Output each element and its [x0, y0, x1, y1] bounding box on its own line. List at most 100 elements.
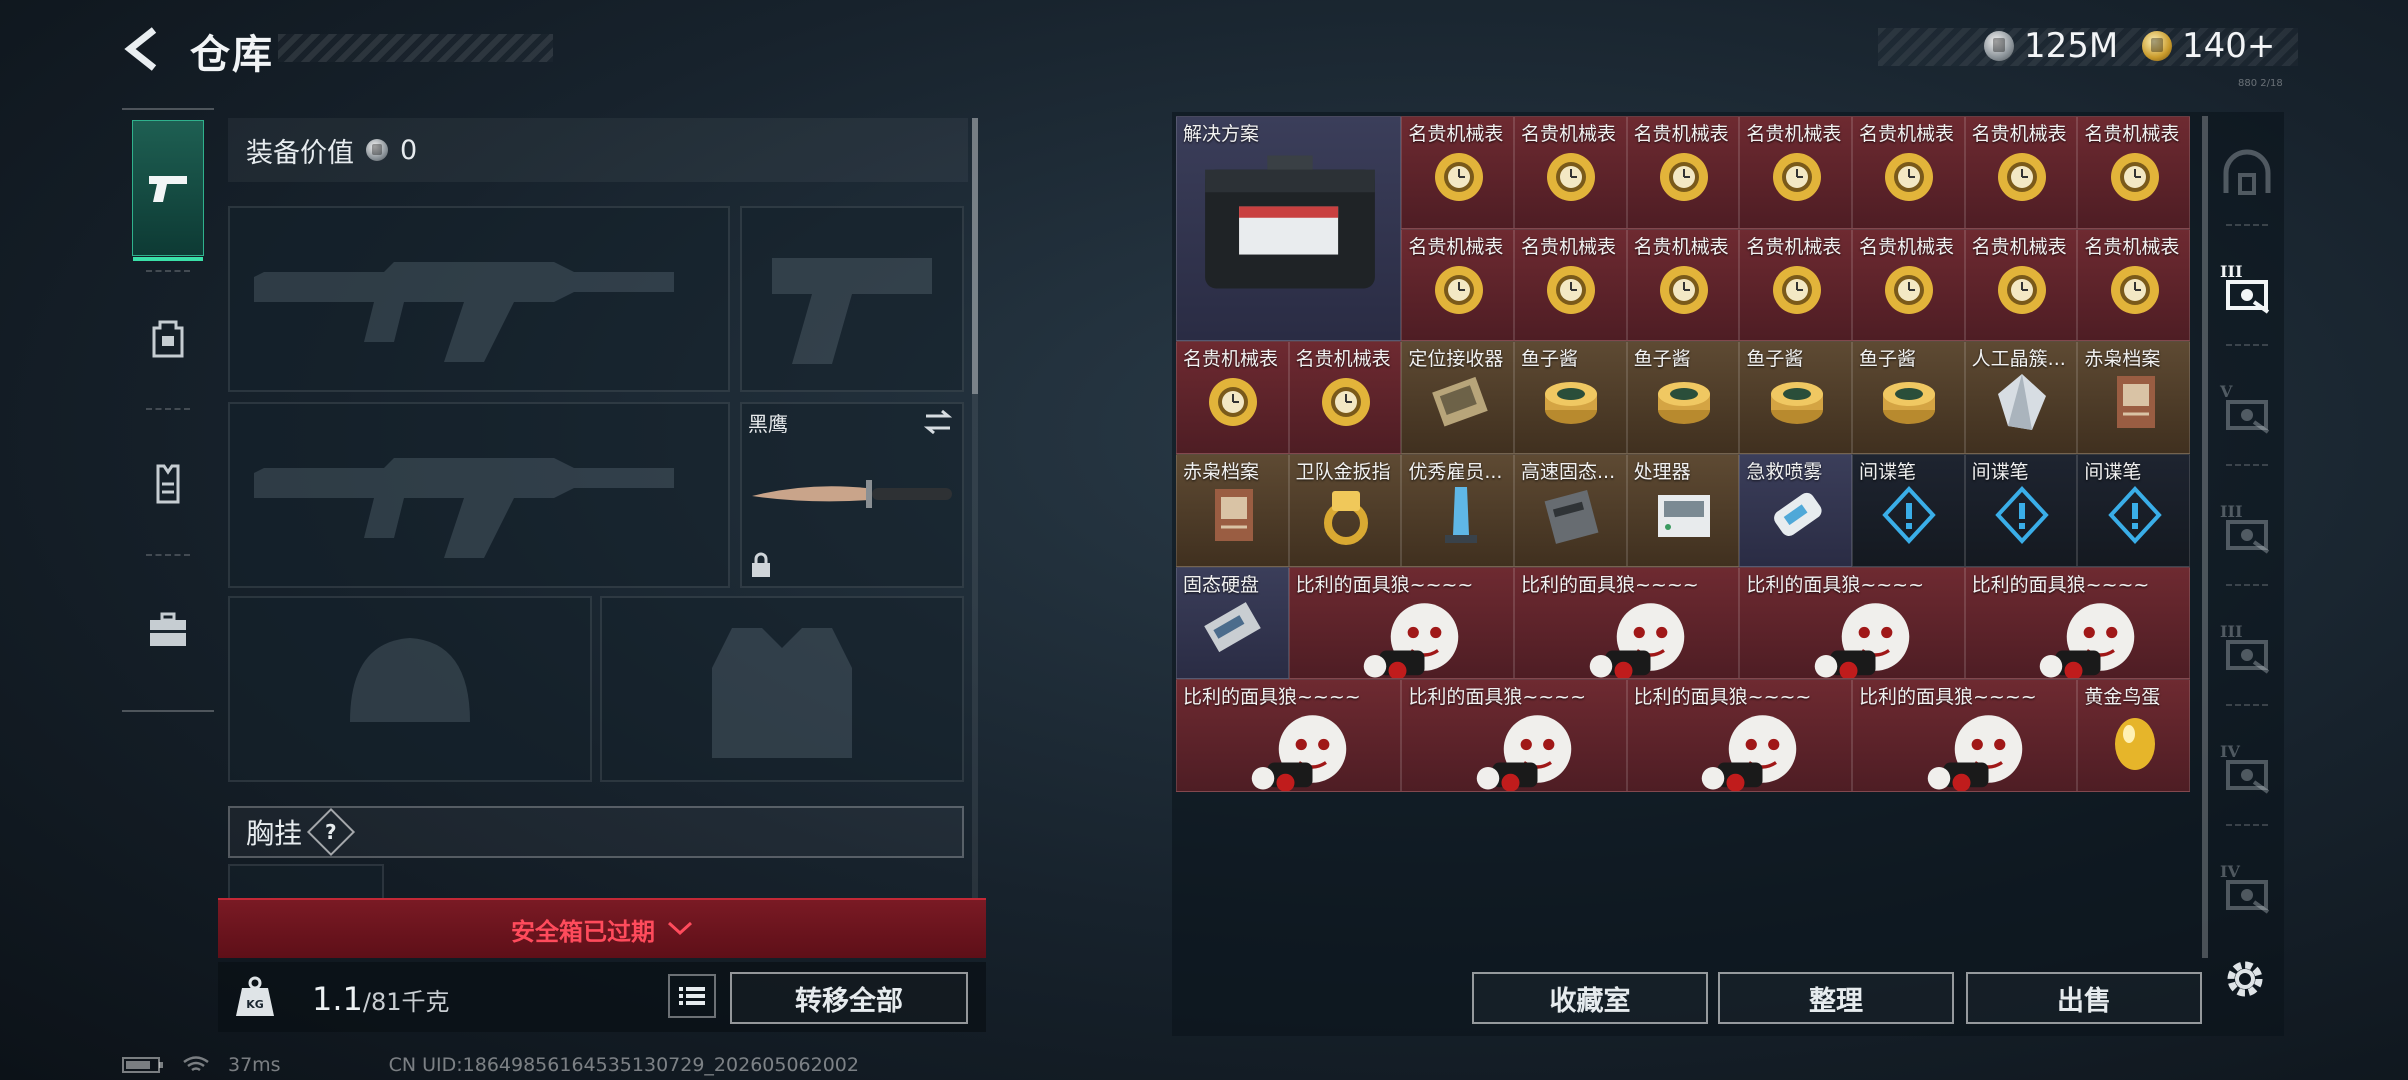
loadout-scroll-thumb[interactable] [972, 118, 978, 394]
stash-item-puppet[interactable]: 比利的面具狼~~~~ [1401, 679, 1627, 792]
stash-item-label: 名贵机械表 [1859, 123, 1955, 145]
stash-item-label: 人工晶簇... [1971, 348, 2066, 371]
stash-item-dossier[interactable]: 赤枭档案 [1176, 454, 1289, 567]
stash-item-puppet[interactable]: 比利的面具狼~~~~ [1739, 566, 1965, 680]
stash-item-gold-watch[interactable]: 名贵机械表 [1514, 116, 1627, 229]
stash-item-puppet[interactable]: 比利的面具狼~~~~ [1964, 566, 2190, 680]
gold-watch-icon [1547, 153, 1596, 201]
stash-item-gold-watch[interactable]: 名贵机械表 [1176, 341, 1289, 454]
stash-item-puppet[interactable]: 比利的面具狼~~~~ [1852, 679, 2078, 792]
stash-item-gold-watch[interactable]: 名贵机械表 [1852, 228, 1965, 342]
stash-item-label: 名贵机械表 [2084, 123, 2180, 145]
stash-item-gold-watch[interactable]: 名贵机械表 [1739, 116, 1852, 229]
spy-pen-icon [2107, 486, 2162, 544]
silver-coin-icon [1984, 31, 2014, 61]
backpack-tab[interactable] [132, 270, 204, 406]
right-nav-item[interactable]: IV [2208, 732, 2286, 812]
secondary-weapon-slot[interactable] [740, 206, 964, 392]
stash-item-puppet[interactable]: 比利的面具狼~~~~ [1288, 566, 1514, 680]
weapon-tab[interactable] [132, 120, 204, 261]
gear-icon[interactable] [2218, 952, 2272, 1006]
stash-item-dossier[interactable]: 赤枭档案 [2077, 341, 2190, 454]
stash-item-label: 间谍笔 [2084, 461, 2142, 483]
melee-slot[interactable]: 黑鹰 [740, 402, 964, 588]
sell-button[interactable]: 出售 [1966, 972, 2202, 1024]
rifle-silhouette-icon [254, 458, 674, 558]
puppet-icon [1814, 602, 1910, 679]
right-nav-item[interactable]: V [2208, 372, 2286, 452]
stash-item-spy-pen[interactable]: 间谍笔 [1964, 454, 2078, 567]
gold-watch-icon [1659, 265, 1708, 314]
stash-item-processor[interactable]: 处理器 [1626, 454, 1740, 567]
list-view-button[interactable] [668, 974, 716, 1018]
help-icon[interactable]: ? [306, 807, 356, 857]
primary-weapon-slot-2[interactable] [228, 402, 730, 588]
stash-item-trophy[interactable]: 优秀雇员... [1401, 454, 1514, 567]
primary-weapon-slot[interactable] [228, 206, 730, 392]
title-stripe [278, 34, 553, 62]
stash-item-ssd-card[interactable]: 固态硬盘 [1176, 566, 1289, 680]
stash-item-puppet[interactable]: 比利的面具狼~~~~ [1514, 566, 1740, 680]
stash-item-gold-ring[interactable]: 卫队金扳指 [1288, 454, 1402, 567]
stash-item-crystal[interactable]: 人工晶簇... [1964, 341, 2078, 454]
armor-tab[interactable] [132, 416, 204, 552]
stash-item-gold-watch[interactable]: 名贵机械表 [1288, 341, 1402, 454]
uid-text: CN UID:1864985616453513072​9_20260506200… [388, 1054, 859, 1076]
safe-box-expired-banner[interactable]: 安全箱已过期 [218, 898, 986, 958]
sort-button[interactable]: 整理 [1718, 972, 1954, 1024]
swap-icon[interactable] [922, 408, 954, 436]
stash-item-spy-pen[interactable]: 间谍笔 [2077, 454, 2190, 567]
chest-rig-bar[interactable]: 胸挂 ? [228, 806, 964, 858]
stash-item-gold-watch[interactable]: 名贵机械表 [1514, 228, 1627, 342]
stash-item-gold-watch[interactable]: 名贵机械表 [1739, 228, 1852, 342]
stash-item-ssd[interactable]: 高速固态... [1514, 454, 1627, 567]
silver-currency[interactable]: 125M [1984, 26, 2118, 66]
stash-item-puppet[interactable]: 比利的面具狼~~~~ [1176, 679, 1402, 792]
stash-item-gold-watch[interactable]: 名贵机械表 [1401, 116, 1514, 229]
ping-value: 37ms [228, 1054, 281, 1076]
case-tab[interactable] [132, 562, 204, 698]
transfer-all-button[interactable]: 转移全部 [730, 972, 968, 1024]
armor-slot[interactable] [600, 596, 964, 782]
stash-item-gold-watch[interactable]: 名贵机械表 [2077, 228, 2190, 342]
pistol-icon [149, 176, 187, 202]
safe-box-expired-text: 安全箱已过期 [511, 917, 655, 946]
gold-currency-value: 140+ [2182, 26, 2276, 66]
stash-item-spy-pen[interactable]: 间谍笔 [1852, 454, 1965, 567]
stash-item-gold-watch[interactable]: 名贵机械表 [1401, 228, 1514, 342]
right-nav-item[interactable]: IV [2208, 852, 2286, 932]
collection-room-button[interactable]: 收藏室 [1472, 972, 1708, 1024]
right-nav-item[interactable]: III [2208, 612, 2286, 692]
stash-item-gold-watch[interactable]: 名贵机械表 [1626, 116, 1740, 229]
crystal-icon [1997, 374, 2046, 431]
puppet-icon [1702, 715, 1797, 791]
stash-item-gold-watch[interactable]: 名贵机械表 [1852, 116, 1965, 229]
stash-item-gold-watch[interactable]: 名贵机械表 [1626, 228, 1740, 342]
stash-item-caviar-tin[interactable]: 鱼子酱 [1739, 341, 1852, 454]
back-icon[interactable] [118, 24, 168, 74]
stash-item-receiver[interactable]: 定位接收器 [1401, 341, 1514, 454]
right-nav-item[interactable] [2208, 132, 2286, 212]
stash-item-caviar-tin[interactable]: 鱼子酱 [1852, 341, 1965, 454]
chest-rig-slot[interactable] [228, 864, 384, 900]
stash-item-puppet[interactable]: 比利的面具狼~~~~ [1626, 679, 1852, 792]
right-nav-item[interactable]: III [2208, 492, 2286, 572]
right-nav-item[interactable]: III [2208, 252, 2286, 332]
stash-item-gold-watch[interactable]: 名贵机械表 [1964, 228, 2078, 342]
stash-item-label: 比利的面具狼~~~~ [1521, 573, 1699, 596]
svg-text:KG: KG [246, 998, 264, 1011]
stash-item-caviar-tin[interactable]: 鱼子酱 [1626, 341, 1740, 454]
puppet-icon [2040, 602, 2135, 679]
stash-item-caviar-tin[interactable]: 鱼子酱 [1514, 341, 1627, 454]
stash-item-gold-watch[interactable]: 名贵机械表 [2077, 116, 2190, 229]
stash-item-gold-watch[interactable]: 名贵机械表 [1964, 116, 2078, 229]
stash-item-toolbox[interactable]: 解决方案 [1176, 116, 1402, 342]
spy-pen-icon [1995, 486, 2049, 544]
tier-numeral: III [2220, 622, 2243, 641]
puppet-icon [1364, 602, 1459, 679]
helmet-slot[interactable] [228, 596, 592, 782]
gold-currency[interactable]: 140+ [2142, 26, 2275, 66]
stash-item-golden-egg[interactable]: 黄金鸟蛋 [2077, 679, 2190, 792]
stash-item-spray[interactable]: 急救喷雾 [1739, 454, 1852, 567]
briefcase-icon [150, 612, 186, 646]
